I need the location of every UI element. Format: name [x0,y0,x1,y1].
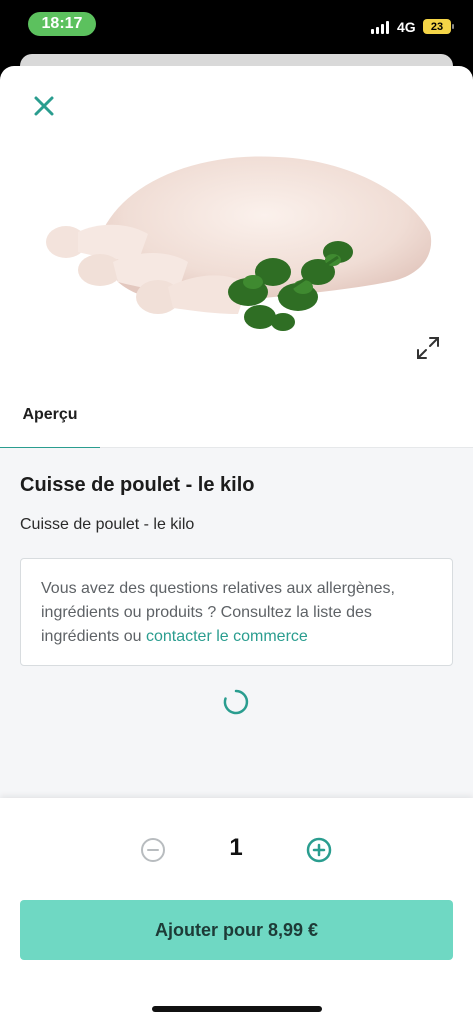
product-image[interactable] [38,122,438,367]
quantity-value: 1 [229,834,243,861]
status-time: 18:17 [28,12,96,36]
product-title: Cuisse de poulet - le kilo [20,474,255,496]
product-details: Cuisse de poulet - le kilo Cuisse de pou… [0,448,473,798]
product-sheet: Aperçu Cuisse de poulet - le kilo Cuisse… [0,66,473,1024]
contact-store-link[interactable]: contacter le commerce [146,628,308,645]
allergen-info-box: Vous avez des questions relatives aux al… [20,558,453,666]
home-indicator[interactable] [152,1006,322,1012]
close-icon[interactable] [30,92,58,120]
tab-apercu[interactable]: Aperçu [0,381,100,449]
status-bar: 18:17 4G 23 [0,0,473,52]
battery-icon: 23 [423,19,454,34]
signal-icon [371,20,389,34]
network-type: 4G [397,19,416,35]
expand-icon[interactable] [414,334,442,362]
product-description: Cuisse de poulet - le kilo [20,516,195,533]
plus-circle-icon[interactable] [305,836,333,864]
add-to-cart-button[interactable]: Ajouter pour 8,99 € [20,900,453,960]
bottom-action-panel: 1 Ajouter pour 8,99 € [0,798,473,1024]
minus-circle-icon[interactable] [139,836,167,864]
tab-apercu-label: Aperçu [22,405,78,423]
tab-bar: Aperçu [0,381,473,449]
loading-spinner-icon [222,688,250,716]
